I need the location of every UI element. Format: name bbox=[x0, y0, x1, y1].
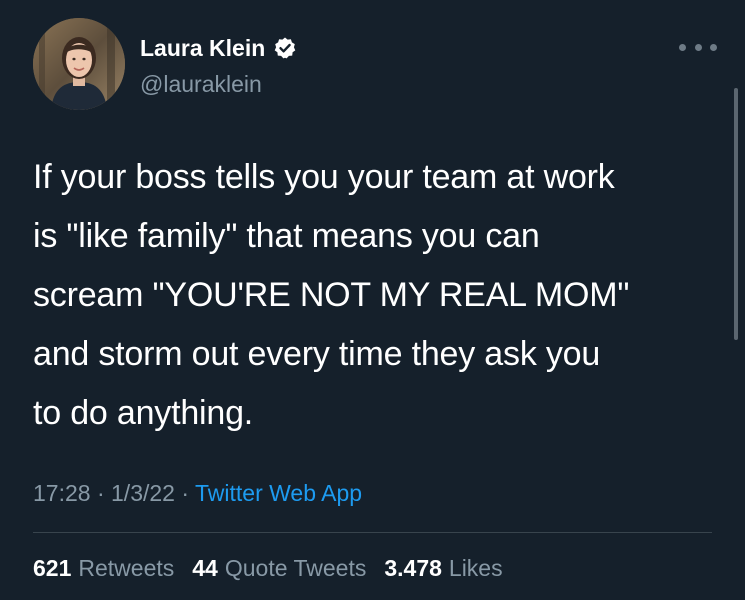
tweet-date[interactable]: 1/3/22 bbox=[111, 480, 175, 506]
tweet-time[interactable]: 17:28 bbox=[33, 480, 91, 506]
verified-badge-icon bbox=[273, 36, 297, 60]
quote-tweets-stat[interactable]: 44 Quote Tweets bbox=[192, 553, 366, 583]
likes-label: Likes bbox=[448, 555, 503, 581]
scrollbar[interactable] bbox=[734, 88, 738, 340]
author-display-name[interactable]: Laura Klein bbox=[140, 34, 265, 62]
tweet-card: Laura Klein @lauraklein If your boss tel… bbox=[0, 0, 745, 600]
more-dot bbox=[679, 43, 686, 51]
profile-photo-icon bbox=[33, 18, 125, 110]
tweet-text: If your boss tells you your team at work… bbox=[33, 158, 630, 432]
likes-stat[interactable]: 3.478 Likes bbox=[384, 553, 502, 583]
tweet-meta: 17:28 · 1/3/22 · Twitter Web App bbox=[33, 478, 362, 508]
retweets-count: 621 bbox=[33, 555, 72, 581]
divider bbox=[33, 532, 712, 533]
meta-separator: · bbox=[174, 480, 195, 506]
quote-tweets-count: 44 bbox=[192, 555, 218, 581]
meta-separator: · bbox=[90, 480, 112, 506]
more-dot bbox=[710, 43, 717, 51]
avatar[interactable] bbox=[33, 18, 125, 110]
author-handle[interactable]: @lauraklein bbox=[140, 70, 262, 98]
more-horizontal-icon[interactable] bbox=[679, 40, 717, 54]
retweets-stat[interactable]: 621 Retweets bbox=[33, 553, 174, 583]
author-name-row: Laura Klein bbox=[140, 34, 297, 62]
tweet-stats: 621 Retweets 44 Quote Tweets 3.478 Likes bbox=[33, 553, 503, 583]
more-dot bbox=[694, 43, 702, 51]
likes-count: 3.478 bbox=[384, 555, 442, 581]
retweets-label: Retweets bbox=[78, 555, 175, 581]
tweet-source-link[interactable]: Twitter Web App bbox=[195, 480, 362, 506]
quote-tweets-label: Quote Tweets bbox=[224, 555, 367, 581]
